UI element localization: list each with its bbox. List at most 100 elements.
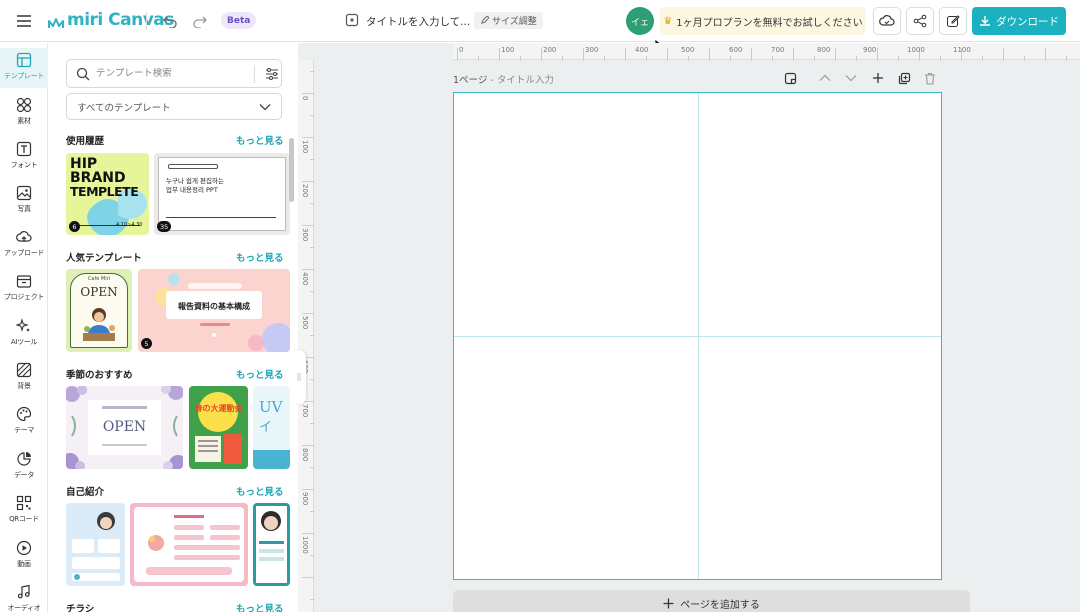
template-category-select[interactable]: すべてのテンプレート [66, 93, 282, 120]
panel-scrollbar[interactable] [289, 138, 294, 202]
page-count-badge: 5 [141, 338, 152, 349]
menu-icon[interactable] [14, 11, 34, 31]
template-thumb-sports-day[interactable]: 春の大運動会 [189, 386, 248, 469]
section-title-self-intro: 自己紹介 [66, 487, 105, 498]
rail-item-elements[interactable]: 素材 [0, 93, 48, 133]
move-page-down-icon[interactable] [843, 70, 859, 86]
move-page-up-icon[interactable] [817, 70, 833, 86]
rail-item-qr-code[interactable]: QRコード [0, 491, 48, 531]
rail-item-projects[interactable]: プロジェクト [0, 269, 48, 309]
cafe-open: OPEN [80, 285, 118, 299]
template-thumb-report[interactable]: 報告資料の基本構成 5 [138, 269, 290, 352]
rail-label: プロジェクト [3, 293, 45, 301]
template-thumb-uv[interactable]: UV イ [253, 386, 290, 469]
report-title: 報告資料の基本構成 [178, 302, 250, 311]
rail-item-photos[interactable]: 写真 [0, 181, 48, 221]
add-page-icon[interactable] [870, 70, 886, 86]
divider [146, 12, 147, 30]
see-more-link[interactable]: もっと見る [236, 601, 284, 612]
add-page-button[interactable]: ページを追加する [453, 590, 970, 612]
rail-item-background[interactable]: 背景 [0, 358, 48, 398]
page-note-icon[interactable] [782, 70, 798, 86]
ruler-tick-label: 300 [301, 228, 309, 242]
rail-item-fonts[interactable]: フォント [0, 137, 48, 177]
rail-item-templates[interactable]: テンプレート [0, 48, 48, 88]
kr-line2: 업무 내용정리 PPT [166, 186, 218, 194]
page-count-badge: 6 [69, 221, 80, 232]
see-more-link[interactable]: もっと見る [236, 133, 284, 147]
template-thumb-profile-pink[interactable] [130, 503, 248, 586]
pro-plan-banner[interactable]: ♛ 1ヶ月プロプランを無料でお試しください [660, 7, 866, 35]
ruler-tick-label: 0 [301, 96, 309, 101]
photo-icon [16, 185, 32, 201]
resize-button-label: サイズ調整 [492, 17, 537, 27]
template-search [66, 59, 282, 88]
ruler-tick-label: 900 [863, 46, 877, 54]
template-thumb-hip-brand[interactable]: HIP BRAND TEMPLETE 4.10~4.30 6 [66, 153, 149, 235]
ruler-top: 0 100 200 300 400 500 600 700 800 900 10… [453, 43, 1080, 60]
chart-icon [17, 452, 31, 466]
template-thumb-korean-ppt[interactable]: 누구나 쉽게 편집하는 업무 내용정리 PPT 35 [154, 153, 290, 235]
cloud-save-button[interactable] [873, 7, 901, 35]
download-icon [980, 16, 990, 26]
ruler-tick-label: 500 [681, 46, 695, 54]
rail-label: テンプレート [4, 72, 44, 80]
page-title-input[interactable]: タイトル入力 [497, 75, 554, 86]
ruler-tick-label: 300 [585, 46, 599, 54]
upload-icon [16, 231, 32, 242]
template-search-input[interactable] [96, 68, 246, 79]
rail-item-theme[interactable]: テーマ [0, 402, 48, 442]
ruler-tick-label: 700 [771, 46, 785, 54]
app-logo[interactable]: miri Canvas [48, 9, 174, 31]
template-panel: すべてのテンプレート 使用履歴 もっと見る HIP BRAND TEMPLETE… [48, 43, 298, 612]
panel-collapse-handle[interactable] [292, 350, 306, 404]
rail-label: テーマ [13, 426, 35, 434]
share-button[interactable] [906, 7, 934, 35]
template-thumb-spring-open[interactable]: OPEN [66, 386, 183, 469]
center-guide-horizontal [454, 336, 941, 337]
user-avatar[interactable]: イェ [626, 7, 654, 35]
ruler-tick-label: 1000 [301, 536, 309, 554]
rail-item-upload[interactable]: アップロード [0, 225, 48, 265]
tool-rail: テンプレート 素材 フォント 写真 アップロード プロジェクト AIツール 背景… [0, 43, 48, 612]
ruler-tick-label: 100 [501, 46, 515, 54]
resize-button[interactable]: サイズ調整 [474, 12, 543, 29]
ruler-tick-label: 200 [543, 46, 557, 54]
rail-item-data[interactable]: データ [0, 447, 48, 487]
design-page[interactable] [453, 92, 942, 580]
rail-label: データ [13, 471, 35, 479]
profile-pink-graphic [134, 507, 244, 582]
uv-title: UV [259, 398, 283, 416]
hip-line2: BRAND [70, 170, 126, 186]
download-button[interactable]: ダウンロード [972, 7, 1066, 35]
pencil-icon [481, 16, 489, 24]
see-more-link[interactable]: もっと見る [236, 484, 284, 498]
undo-icon[interactable] [160, 11, 180, 31]
see-more-link[interactable]: もっと見る [236, 250, 284, 264]
template-thumb-profile-blue[interactable] [66, 503, 125, 586]
rail-item-video[interactable]: 動画 [0, 536, 48, 576]
delete-page-icon[interactable] [922, 70, 938, 86]
profile-blue-graphic [72, 512, 120, 581]
rail-label: フォント [10, 161, 38, 169]
template-thumb-cafe-open[interactable]: Cafe Miri OPEN [66, 269, 132, 352]
document-title[interactable]: タイトルを入力して... [366, 12, 470, 30]
see-more-link[interactable]: もっと見る [236, 367, 284, 381]
template-thumb-profile-teal[interactable] [253, 503, 290, 586]
redo-icon[interactable] [190, 11, 210, 31]
duplicate-page-icon[interactable] [896, 70, 912, 86]
ruler-tick-label: 1000 [907, 46, 925, 54]
select-value: すべてのテンプレート [77, 102, 171, 114]
filter-icon[interactable] [265, 67, 279, 81]
ruler-left: 0 100 200 300 400 500 600 700 800 900 10… [298, 60, 314, 612]
profile-teal-graphic [256, 506, 287, 583]
page-count-badge: 35 [157, 221, 172, 232]
rail-label: AIツール [10, 338, 38, 346]
rail-item-ai-tools[interactable]: AIツール [0, 314, 48, 354]
rail-item-audio[interactable]: オーディオ [0, 580, 48, 612]
edit-request-button[interactable] [939, 7, 967, 35]
ppt-tag [168, 164, 218, 169]
plus-icon [663, 598, 674, 608]
ruler-tick-label: 500 [301, 316, 309, 330]
sports-title: 春の大運動会 [194, 404, 243, 413]
